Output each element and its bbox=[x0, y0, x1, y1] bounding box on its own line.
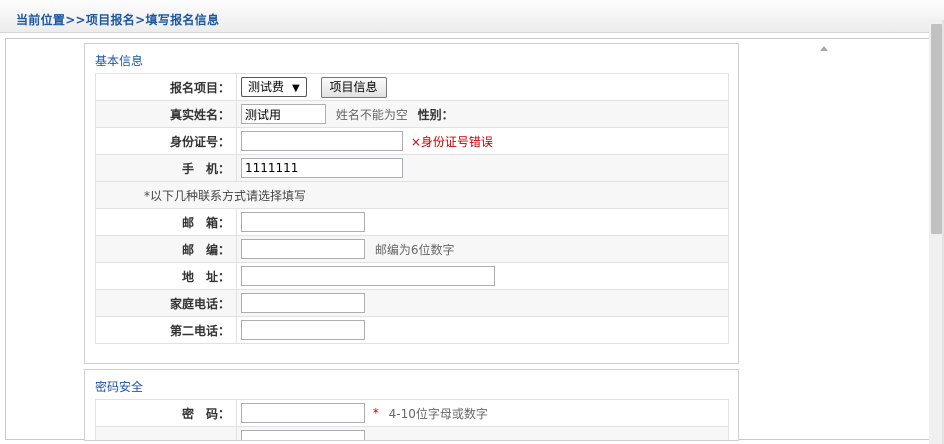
top-bar: 当前位置>>项目报名>填写报名信息 bbox=[0, 0, 944, 33]
row-second-phone: 第二电话： bbox=[95, 316, 729, 344]
address-label: 地 址： bbox=[95, 262, 237, 290]
idcard-input[interactable] bbox=[241, 131, 403, 151]
zip-input[interactable] bbox=[241, 239, 365, 259]
project-select-value: 测试费 bbox=[248, 80, 285, 94]
row-password-confirm bbox=[95, 426, 729, 440]
basic-info-form: 报名项目： 测试费 ▼ 项目信息 真实姓名： 姓名不能为空 性别： 身份证号： ×… bbox=[95, 73, 729, 344]
gender-label: 性别： bbox=[417, 107, 454, 122]
basic-info-title: 基本信息 bbox=[95, 54, 144, 68]
realname-label: 真实姓名： bbox=[95, 100, 237, 128]
idcard-error: ×身份证号错误 bbox=[410, 134, 493, 149]
password-label: 密 码： bbox=[95, 399, 237, 427]
row-idcard: 身份证号： ×身份证号错误 bbox=[95, 127, 729, 155]
scrollbar-thumb[interactable] bbox=[931, 24, 942, 234]
idcard-label: 身份证号： bbox=[95, 127, 237, 155]
row-address: 地 址： bbox=[95, 262, 729, 290]
second-phone-input[interactable] bbox=[241, 320, 365, 340]
security-panel: 密码安全 密 码： * 4-10位字母或数字 bbox=[84, 369, 739, 441]
realname-input[interactable] bbox=[241, 104, 326, 124]
scroll-up-arrow-icon[interactable] bbox=[820, 46, 828, 51]
inner-scrollbar[interactable] bbox=[813, 40, 833, 438]
security-title: 密码安全 bbox=[95, 380, 144, 394]
contact-note: *以下几种联系方式请选择填写 bbox=[95, 181, 729, 209]
row-zip: 邮 编： 邮编为6位数字 bbox=[95, 235, 729, 263]
row-contact-note: *以下几种联系方式请选择填写 bbox=[95, 181, 729, 209]
dropdown-arrow-icon: ▼ bbox=[292, 83, 300, 94]
second-phone-label: 第二电话： bbox=[95, 316, 237, 344]
home-phone-input[interactable] bbox=[241, 293, 365, 313]
phone-input[interactable] bbox=[241, 158, 403, 178]
password-input[interactable] bbox=[241, 403, 365, 423]
page-scrollbar[interactable] bbox=[929, 20, 944, 444]
basic-info-panel: 基本信息 报名项目： 测试费 ▼ 项目信息 真实姓名： 姓名不能为空 性别： 身份… bbox=[84, 43, 739, 364]
row-project: 报名项目： 测试费 ▼ 项目信息 bbox=[95, 73, 729, 101]
row-realname: 真实姓名： 姓名不能为空 性别： bbox=[95, 100, 729, 128]
zip-label: 邮 编： bbox=[95, 235, 237, 263]
row-email: 邮 箱： bbox=[95, 208, 729, 236]
email-label: 邮 箱： bbox=[95, 208, 237, 236]
project-label: 报名项目： bbox=[95, 73, 237, 101]
password-required-mark: * bbox=[372, 406, 379, 420]
password-confirm-input[interactable] bbox=[241, 430, 365, 440]
realname-hint: 姓名不能为空 bbox=[335, 107, 408, 122]
row-phone: 手 机： bbox=[95, 154, 729, 182]
home-phone-label: 家庭电话： bbox=[95, 289, 237, 317]
row-password: 密 码： * 4-10位字母或数字 bbox=[95, 399, 729, 427]
project-info-button[interactable]: 项目信息 bbox=[320, 76, 387, 98]
zip-hint: 邮编为6位数字 bbox=[374, 242, 455, 257]
email-input[interactable] bbox=[241, 212, 365, 232]
password-hint: 4-10位字母或数字 bbox=[388, 406, 488, 421]
phone-label: 手 机： bbox=[95, 154, 237, 182]
row-home-phone: 家庭电话： bbox=[95, 289, 729, 317]
address-input[interactable] bbox=[241, 266, 495, 286]
project-select[interactable]: 测试费 ▼ bbox=[241, 77, 307, 97]
security-form: 密 码： * 4-10位字母或数字 bbox=[95, 399, 729, 440]
breadcrumb: 当前位置>>项目报名>填写报名信息 bbox=[16, 13, 220, 27]
